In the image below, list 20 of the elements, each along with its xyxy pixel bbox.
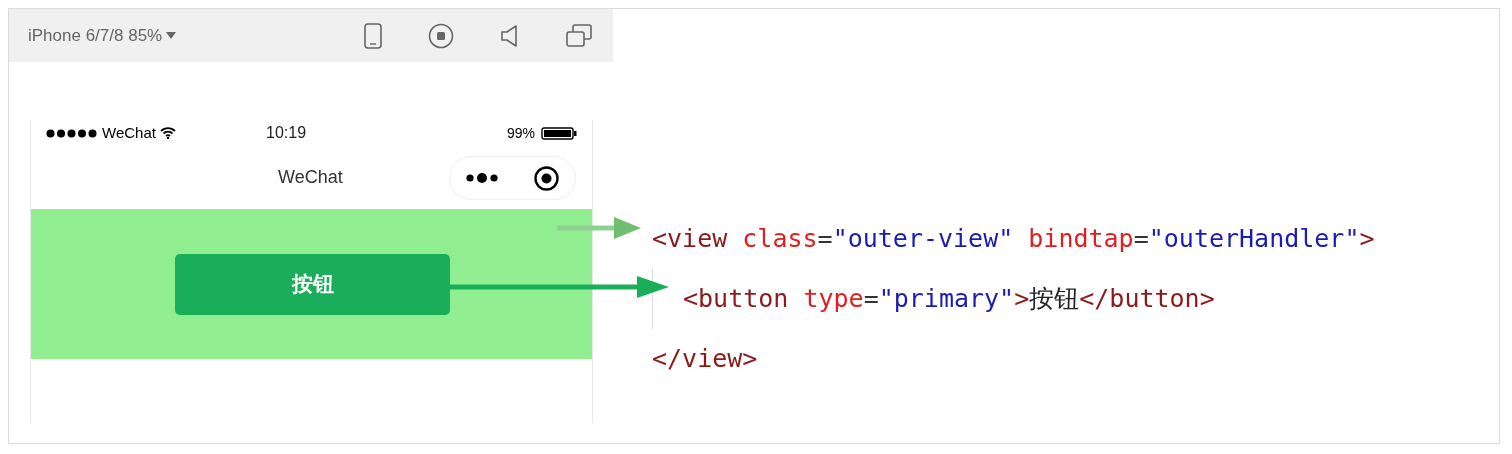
signal-icon — [46, 128, 98, 138]
code-line: <view class="outer-view" bindtap="outerHandler"> — [652, 223, 1375, 255]
more-icon[interactable] — [466, 172, 500, 184]
carrier-name: WeChat — [102, 122, 156, 143]
code-line: </view> — [652, 343, 758, 375]
record-icon[interactable] — [428, 22, 454, 49]
windows-icon[interactable] — [566, 23, 592, 48]
caret-icon — [166, 32, 177, 39]
page-title: WeChat — [278, 166, 343, 189]
primary-button[interactable]: 按钮 — [175, 253, 450, 315]
battery-percent: 99% — [506, 123, 535, 143]
wifi-icon — [159, 127, 176, 139]
code-line: <button type="primary">按钮</button> — [683, 283, 1215, 315]
battery-icon — [541, 126, 577, 140]
speaker-icon[interactable] — [500, 23, 520, 48]
device-selector[interactable]: iPhone 6/7/8 85% — [28, 22, 177, 49]
close-icon[interactable] — [534, 165, 559, 191]
status-time: 10:19 — [266, 123, 308, 143]
outer-view[interactable]: 按钮 — [31, 209, 592, 359]
phone-icon[interactable] — [364, 22, 382, 49]
